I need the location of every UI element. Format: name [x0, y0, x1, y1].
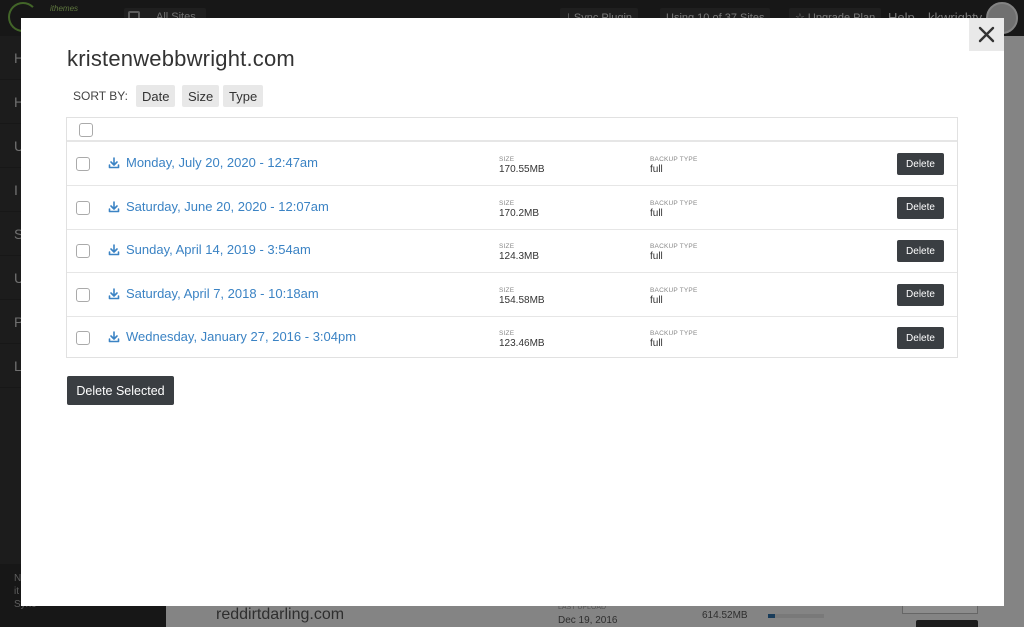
backup-date-link[interactable]: Saturday, June 20, 2020 - 12:07am: [126, 199, 329, 214]
row-checkbox[interactable]: [76, 331, 90, 345]
close-button[interactable]: [969, 18, 1004, 51]
sort-label: SORT BY:: [73, 89, 128, 103]
backup-type: full: [650, 207, 663, 219]
backup-type-label: BACKUP TYPE: [650, 156, 698, 163]
backup-date-link[interactable]: Monday, July 20, 2020 - 12:47am: [126, 155, 318, 170]
backup-type: full: [650, 338, 663, 349]
row-checkbox[interactable]: [76, 157, 90, 171]
download-icon[interactable]: [108, 157, 120, 169]
backup-type-label: BACKUP TYPE: [650, 330, 698, 337]
download-icon[interactable]: [108, 331, 120, 343]
delete-backup-button[interactable]: Delete: [897, 153, 944, 175]
close-icon: [978, 26, 995, 43]
backup-date-link[interactable]: Saturday, April 7, 2018 - 10:18am: [126, 286, 319, 301]
size-label: SIZE: [499, 330, 515, 337]
table-row: Sunday, April 14, 2019 - 3:54am SIZE 124.3…: [67, 230, 957, 273]
size-label: SIZE: [499, 199, 515, 207]
sort-by-size-button[interactable]: Size: [182, 85, 220, 107]
backups-modal: kristenwebbwright.com SORT BY: Date Size…: [21, 18, 1004, 606]
table-row: Saturday, April 7, 2018 - 10:18am SIZE 154…: [67, 274, 957, 317]
backup-type: full: [650, 164, 663, 175]
backup-size: 170.2MB: [499, 207, 540, 219]
download-icon[interactable]: [108, 244, 120, 256]
backups-table: Monday, July 20, 2020 - 12:47am SIZE 170.5…: [66, 117, 958, 358]
row-checkbox[interactable]: [76, 287, 90, 302]
table-row: Saturday, June 20, 2020 - 12:07am SIZE 170…: [67, 187, 957, 230]
backup-type: full: [650, 251, 663, 262]
download-icon[interactable]: [108, 287, 120, 300]
backup-date-link[interactable]: Sunday, April 14, 2019 - 3:54am: [126, 242, 311, 257]
delete-selected-button[interactable]: Delete Selected: [67, 376, 174, 405]
select-all-checkbox[interactable]: [79, 123, 93, 137]
backup-size: 154.58MB: [499, 294, 545, 306]
size-label: SIZE: [499, 243, 515, 250]
delete-backup-button[interactable]: Delete: [897, 196, 944, 219]
size-label: SIZE: [499, 286, 515, 294]
size-label: SIZE: [499, 156, 515, 163]
table-header: [67, 118, 957, 142]
backup-type-label: BACKUP TYPE: [650, 243, 698, 250]
delete-backup-button[interactable]: Delete: [897, 283, 944, 306]
table-row: Monday, July 20, 2020 - 12:47am SIZE 170.5…: [67, 143, 957, 186]
sort-by-type-button[interactable]: Type: [223, 85, 264, 107]
delete-backup-button[interactable]: Delete: [897, 327, 944, 349]
sort-by-date-button[interactable]: Date: [136, 85, 176, 107]
modal-title: kristenwebbwright.com: [67, 46, 295, 71]
backup-date-link[interactable]: Wednesday, January 27, 2016 - 3:04pm: [126, 329, 356, 344]
table-row: Wednesday, January 27, 2016 - 3:04pm SIZE…: [67, 317, 957, 360]
backup-size: 123.46MB: [499, 338, 545, 349]
backup-size: 170.55MB: [499, 164, 545, 175]
backup-type-label: BACKUP TYPE: [650, 199, 698, 207]
backup-type: full: [650, 294, 663, 306]
backup-size: 124.3MB: [499, 251, 540, 262]
backup-type-label: BACKUP TYPE: [650, 286, 698, 294]
row-checkbox[interactable]: [76, 200, 90, 215]
row-checkbox[interactable]: [76, 244, 90, 258]
delete-backup-button[interactable]: Delete: [897, 240, 944, 262]
download-icon[interactable]: [108, 200, 120, 213]
